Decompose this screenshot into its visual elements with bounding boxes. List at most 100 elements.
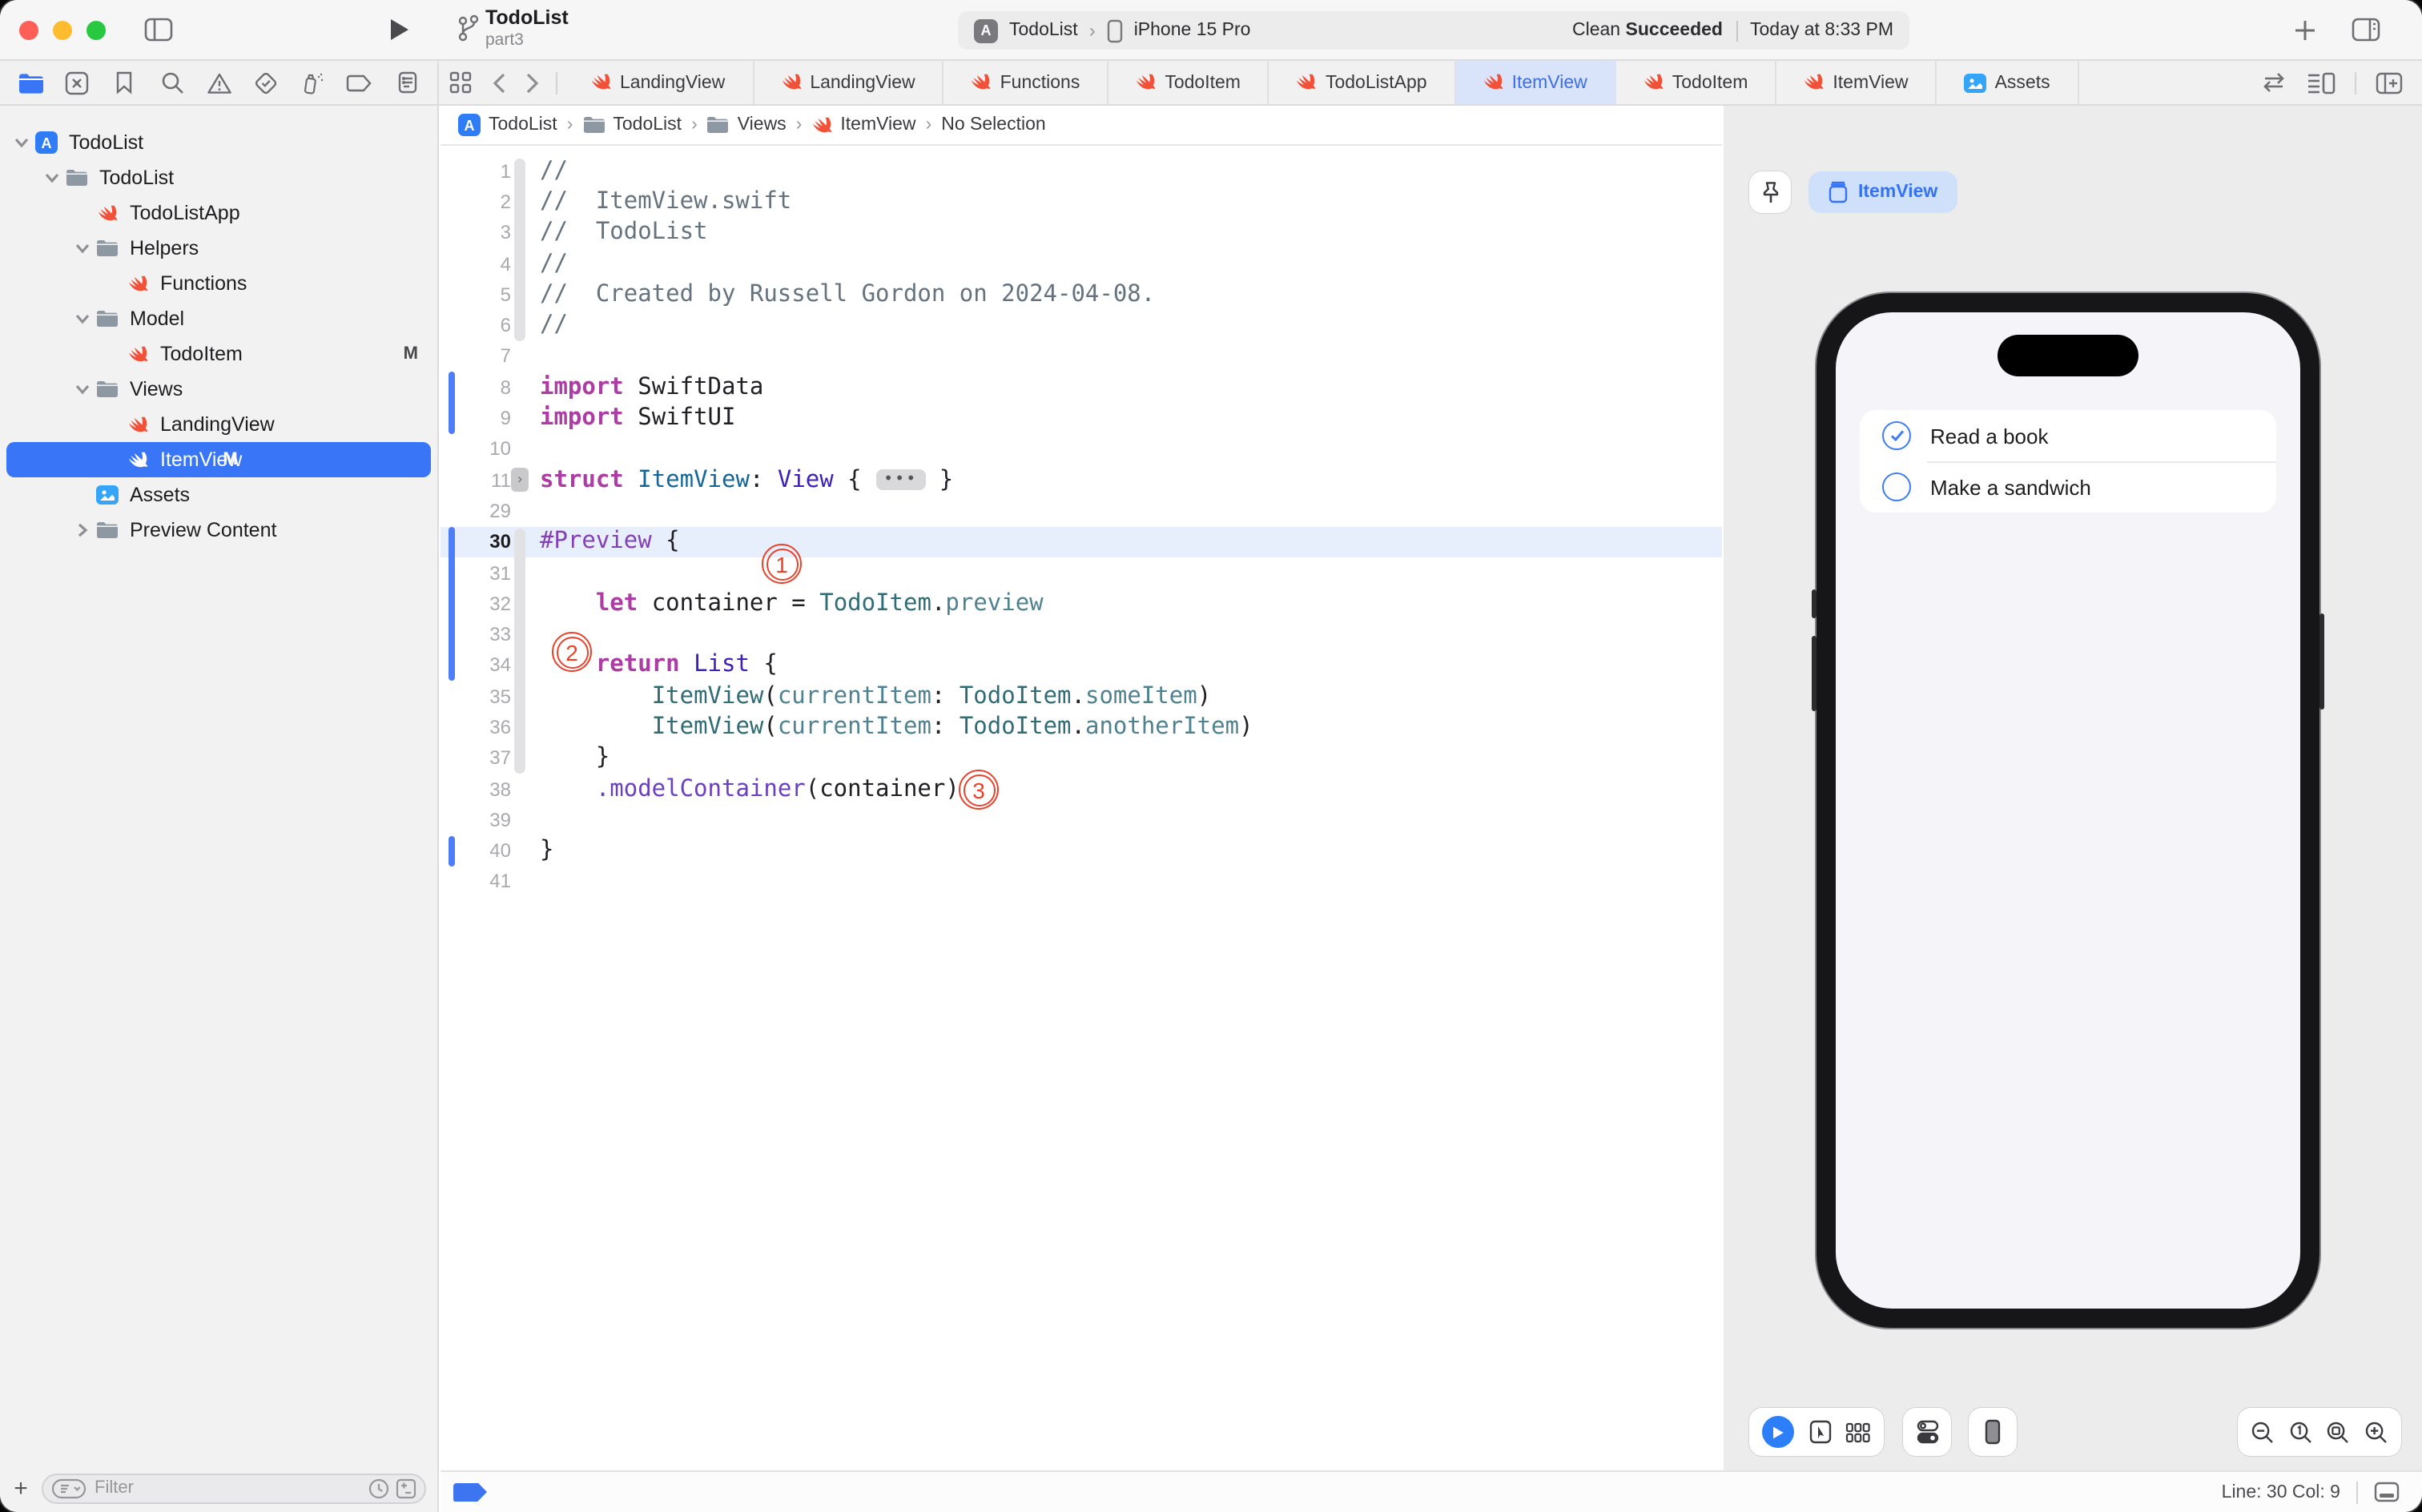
sidebar-item-preview-content[interactable]: Preview Content bbox=[0, 513, 437, 548]
fold-ribbon-segment[interactable] bbox=[514, 529, 525, 774]
sidebar-item-assets[interactable]: Assets bbox=[0, 477, 437, 513]
breadcrumb-item[interactable]: ItemView bbox=[811, 115, 916, 135]
disclosure-chevron-icon[interactable] bbox=[10, 135, 34, 151]
todo-row[interactable]: Read a book bbox=[1860, 410, 2276, 461]
code-line-35[interactable]: 35 ItemView(currentItem: TodoItem.someIt… bbox=[441, 681, 1722, 712]
sidebar-item-views[interactable]: Views bbox=[0, 372, 437, 407]
selectable-preview-button[interactable] bbox=[1808, 1419, 1832, 1445]
toggle-sidebar-icon[interactable] bbox=[144, 18, 173, 42]
editor-tab-itemview[interactable]: ItemView bbox=[1776, 61, 1937, 104]
breadcrumb-item[interactable]: TodoList bbox=[582, 115, 682, 135]
zoom-fit-icon[interactable] bbox=[2326, 1420, 2350, 1444]
editor-tab-itemview[interactable]: ItemView bbox=[1455, 61, 1616, 104]
zoom-100-icon[interactable] bbox=[2289, 1420, 2313, 1444]
code-line-29[interactable]: 29 bbox=[441, 496, 1722, 527]
source-control-navigator-icon[interactable] bbox=[62, 66, 94, 99]
editor-tab-todolistapp[interactable]: TodoListApp bbox=[1269, 61, 1456, 104]
code-line-39[interactable]: 39 bbox=[441, 804, 1722, 835]
scheme-pill[interactable]: A TodoList › iPhone 15 Pro Clean Succeed… bbox=[958, 11, 1909, 50]
device-settings-control[interactable] bbox=[1903, 1408, 1951, 1456]
code-line-1[interactable]: 1// bbox=[441, 155, 1722, 187]
breakpoints-navigator-icon[interactable] bbox=[344, 66, 376, 99]
related-items-icon[interactable] bbox=[439, 61, 482, 104]
issues-navigator-icon[interactable] bbox=[203, 66, 235, 99]
project-navigator-icon[interactable] bbox=[14, 66, 46, 99]
sidebar-item-todolist[interactable]: A TodoList bbox=[0, 125, 437, 160]
unchecked-circle-icon[interactable] bbox=[1882, 472, 1911, 501]
code-line-4[interactable]: 4// bbox=[441, 248, 1722, 279]
code-line-40[interactable]: 40} bbox=[441, 835, 1722, 867]
reports-navigator-icon[interactable] bbox=[391, 66, 423, 99]
zoom-out-icon[interactable] bbox=[2251, 1420, 2275, 1444]
code-line-36[interactable]: 36 ItemView(currentItem: TodoItem.anothe… bbox=[441, 712, 1722, 743]
code-line-7[interactable]: 7 bbox=[441, 341, 1722, 372]
editor-tab-todoitem[interactable]: TodoItem bbox=[1108, 61, 1269, 104]
sidebar-item-itemview[interactable]: ItemView M bbox=[0, 442, 437, 477]
zoom-window-button[interactable] bbox=[86, 21, 106, 40]
code-line-31[interactable]: 31 bbox=[441, 557, 1722, 589]
add-button[interactable] bbox=[2294, 19, 2316, 42]
close-window-button[interactable] bbox=[19, 21, 38, 40]
sidebar-item-landingview[interactable]: LandingView bbox=[0, 407, 437, 442]
code-line-5[interactable]: 5// Created by Russell Gordon on 2024-04… bbox=[441, 279, 1722, 310]
minimize-window-button[interactable] bbox=[53, 21, 72, 40]
sidebar-item-functions[interactable]: Functions bbox=[0, 266, 437, 301]
tests-navigator-icon[interactable] bbox=[250, 66, 282, 99]
back-icon[interactable] bbox=[482, 61, 516, 104]
sidebar-item-todolistapp[interactable]: TodoListApp bbox=[0, 195, 437, 231]
code-line-32[interactable]: 32 let container = TodoItem.preview bbox=[441, 588, 1722, 619]
split-editor-icon[interactable] bbox=[2376, 71, 2403, 94]
breakpoint-indicator[interactable] bbox=[453, 1482, 487, 1502]
editor-tab-todoitem[interactable]: TodoItem bbox=[1616, 61, 1777, 104]
sidebar-item-todolist[interactable]: TodoList bbox=[0, 160, 437, 195]
preview-target-chip[interactable]: ItemView bbox=[1808, 171, 1957, 213]
sidebar-item-helpers[interactable]: Helpers bbox=[0, 231, 437, 266]
code-line-38[interactable]: 38 .modelContainer(container) bbox=[441, 774, 1722, 805]
preview-device-control[interactable] bbox=[1969, 1408, 2017, 1456]
code-line-33[interactable]: 33 bbox=[441, 619, 1722, 650]
editor-tab-functions[interactable]: Functions bbox=[944, 61, 1109, 104]
code-line-6[interactable]: 6// bbox=[441, 310, 1722, 341]
code-line-8[interactable]: 8 import SwiftData bbox=[441, 372, 1722, 403]
disclosure-chevron-icon[interactable] bbox=[70, 311, 95, 327]
add-file-button[interactable]: + bbox=[0, 1474, 42, 1502]
code-line-11[interactable]: 11 struct ItemView: View { ••• } bbox=[441, 464, 1722, 496]
code-line-9[interactable]: 9 import SwiftUI bbox=[441, 403, 1722, 434]
code-area[interactable]: 1//2// ItemView.swift 3// TodoList 4//5// … bbox=[441, 146, 1722, 1470]
filter-field[interactable]: Filter bbox=[42, 1473, 426, 1503]
todo-row[interactable]: Make a sandwich bbox=[1860, 461, 2276, 513]
editor-tab-landingview[interactable]: LandingView bbox=[754, 61, 944, 104]
code-line-37[interactable]: 37 } bbox=[441, 742, 1722, 774]
code-line-41[interactable]: 41 bbox=[441, 867, 1722, 898]
breadcrumb-item[interactable]: A TodoList bbox=[458, 114, 557, 136]
editor-tab-landingview[interactable]: LandingView bbox=[564, 61, 754, 104]
run-destination[interactable]: iPhone 15 Pro bbox=[1134, 21, 1251, 40]
forward-icon[interactable] bbox=[516, 61, 549, 104]
code-line-30[interactable]: 30 #Preview { bbox=[441, 526, 1722, 557]
code-line-2[interactable]: 2// ItemView.swift bbox=[441, 187, 1722, 218]
bookmarks-navigator-icon[interactable] bbox=[109, 66, 141, 99]
toggle-inspector-icon[interactable] bbox=[2352, 18, 2380, 42]
disclosure-chevron-icon[interactable] bbox=[40, 170, 64, 186]
code-line-10[interactable]: 10 bbox=[441, 433, 1722, 464]
sidebar-item-model[interactable]: Model bbox=[0, 301, 437, 336]
breadcrumb-item[interactable]: Views bbox=[707, 115, 787, 135]
disclosure-chevron-icon[interactable] bbox=[70, 240, 95, 256]
pin-preview-button[interactable] bbox=[1749, 171, 1791, 213]
editor-layout-icon[interactable] bbox=[2307, 71, 2336, 94]
disclosure-chevron-icon[interactable] bbox=[70, 522, 95, 538]
variants-preview-button[interactable] bbox=[1845, 1422, 1871, 1442]
scheme-name[interactable]: TodoList bbox=[1009, 21, 1078, 40]
swap-editor-icon[interactable] bbox=[2260, 72, 2287, 93]
debug-navigator-icon[interactable] bbox=[297, 66, 329, 99]
code-fold-pill[interactable]: ••• bbox=[875, 468, 926, 490]
checked-circle-icon[interactable] bbox=[1882, 421, 1911, 450]
live-preview-button[interactable] bbox=[1762, 1416, 1795, 1448]
code-line-34[interactable]: 34 return List { bbox=[441, 650, 1722, 682]
display-icon[interactable] bbox=[2374, 1482, 2400, 1502]
breadcrumb-item[interactable]: No Selection bbox=[941, 115, 1045, 135]
code-line-3[interactable]: 3// TodoList bbox=[441, 217, 1722, 248]
source-control-status-icon[interactable] bbox=[396, 1478, 416, 1498]
sidebar-item-todoitem[interactable]: TodoItem M bbox=[0, 336, 437, 372]
zoom-in-icon[interactable] bbox=[2364, 1420, 2388, 1444]
